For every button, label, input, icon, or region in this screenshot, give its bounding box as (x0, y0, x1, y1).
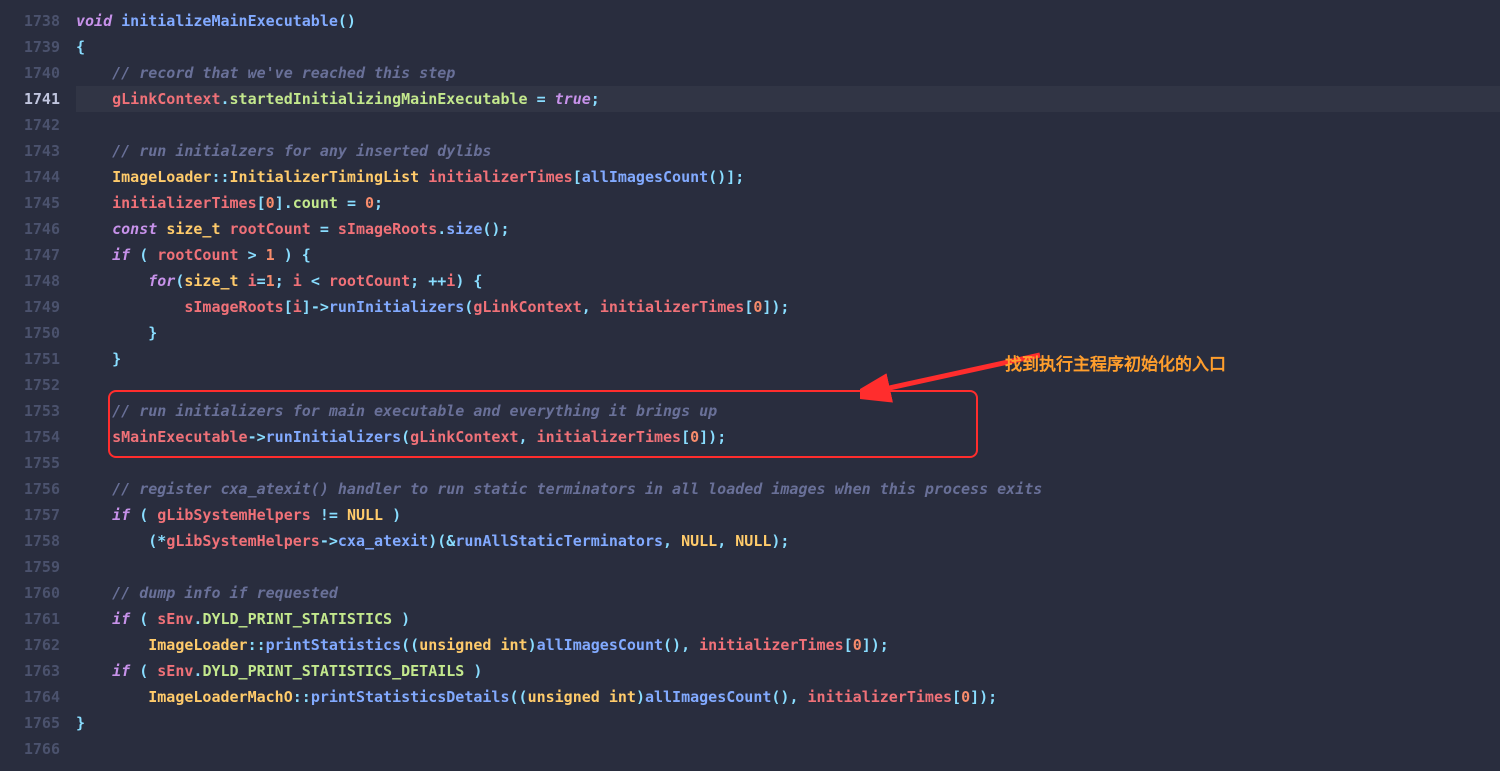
code-line[interactable]: ImageLoader::InitializerTimingList initi… (76, 164, 1500, 190)
code-line[interactable] (76, 372, 1500, 398)
code-line[interactable] (76, 450, 1500, 476)
line-number: 1760 (0, 580, 60, 606)
line-number: 1758 (0, 528, 60, 554)
code-line[interactable] (76, 736, 1500, 762)
code-line[interactable]: // record that we've reached this step (76, 60, 1500, 86)
line-number: 1759 (0, 554, 60, 580)
code-area[interactable]: void initializeMainExecutable(){ // reco… (70, 0, 1500, 771)
code-line[interactable]: if ( sEnv.DYLD_PRINT_STATISTICS_DETAILS … (76, 658, 1500, 684)
line-number: 1747 (0, 242, 60, 268)
line-number: 1764 (0, 684, 60, 710)
code-line[interactable]: initializerTimes[0].count = 0; (76, 190, 1500, 216)
line-number: 1762 (0, 632, 60, 658)
line-number: 1750 (0, 320, 60, 346)
code-line[interactable]: // dump info if requested (76, 580, 1500, 606)
line-number: 1749 (0, 294, 60, 320)
code-line[interactable]: const size_t rootCount = sImageRoots.siz… (76, 216, 1500, 242)
line-number: 1751 (0, 346, 60, 372)
line-number: 1748 (0, 268, 60, 294)
line-number-gutter: 1738173917401741174217431744174517461747… (0, 0, 70, 771)
code-line[interactable]: ImageLoader::printStatistics((unsigned i… (76, 632, 1500, 658)
line-number: 1763 (0, 658, 60, 684)
code-line[interactable]: for(size_t i=1; i < rootCount; ++i) { (76, 268, 1500, 294)
code-line[interactable]: if ( sEnv.DYLD_PRINT_STATISTICS ) (76, 606, 1500, 632)
code-line[interactable]: } (76, 346, 1500, 372)
line-number: 1738 (0, 8, 60, 34)
line-number: 1744 (0, 164, 60, 190)
line-number: 1753 (0, 398, 60, 424)
line-number: 1752 (0, 372, 60, 398)
code-line[interactable]: } (76, 710, 1500, 736)
line-number: 1745 (0, 190, 60, 216)
code-line[interactable]: ImageLoaderMachO::printStatisticsDetails… (76, 684, 1500, 710)
code-line[interactable]: if ( gLibSystemHelpers != NULL ) (76, 502, 1500, 528)
code-line[interactable]: if ( rootCount > 1 ) { (76, 242, 1500, 268)
code-line[interactable] (76, 112, 1500, 138)
code-line[interactable]: void initializeMainExecutable() (76, 8, 1500, 34)
code-line[interactable]: // run initialzers for any inserted dyli… (76, 138, 1500, 164)
code-line[interactable]: // register cxa_atexit() handler to run … (76, 476, 1500, 502)
line-number: 1746 (0, 216, 60, 242)
code-line[interactable]: (*gLibSystemHelpers->cxa_atexit)(&runAll… (76, 528, 1500, 554)
annotation-text: 找到执行主程序初始化的入口 (1005, 352, 1226, 378)
line-number: 1743 (0, 138, 60, 164)
code-line[interactable]: gLinkContext.startedInitializingMainExec… (76, 86, 1500, 112)
line-number: 1739 (0, 34, 60, 60)
code-line[interactable]: } (76, 320, 1500, 346)
code-line[interactable] (76, 554, 1500, 580)
code-line[interactable]: sMainExecutable->runInitializers(gLinkCo… (76, 424, 1500, 450)
line-number: 1755 (0, 450, 60, 476)
line-number: 1757 (0, 502, 60, 528)
code-line[interactable]: sImageRoots[i]->runInitializers(gLinkCon… (76, 294, 1500, 320)
line-number: 1761 (0, 606, 60, 632)
code-line[interactable]: // run initializers for main executable … (76, 398, 1500, 424)
editor-root: 1738173917401741174217431744174517461747… (0, 0, 1500, 771)
line-number: 1766 (0, 736, 60, 762)
code-line[interactable]: { (76, 34, 1500, 60)
line-number: 1765 (0, 710, 60, 736)
line-number: 1756 (0, 476, 60, 502)
line-number: 1741 (0, 86, 60, 112)
line-number: 1754 (0, 424, 60, 450)
line-number: 1740 (0, 60, 60, 86)
line-number: 1742 (0, 112, 60, 138)
